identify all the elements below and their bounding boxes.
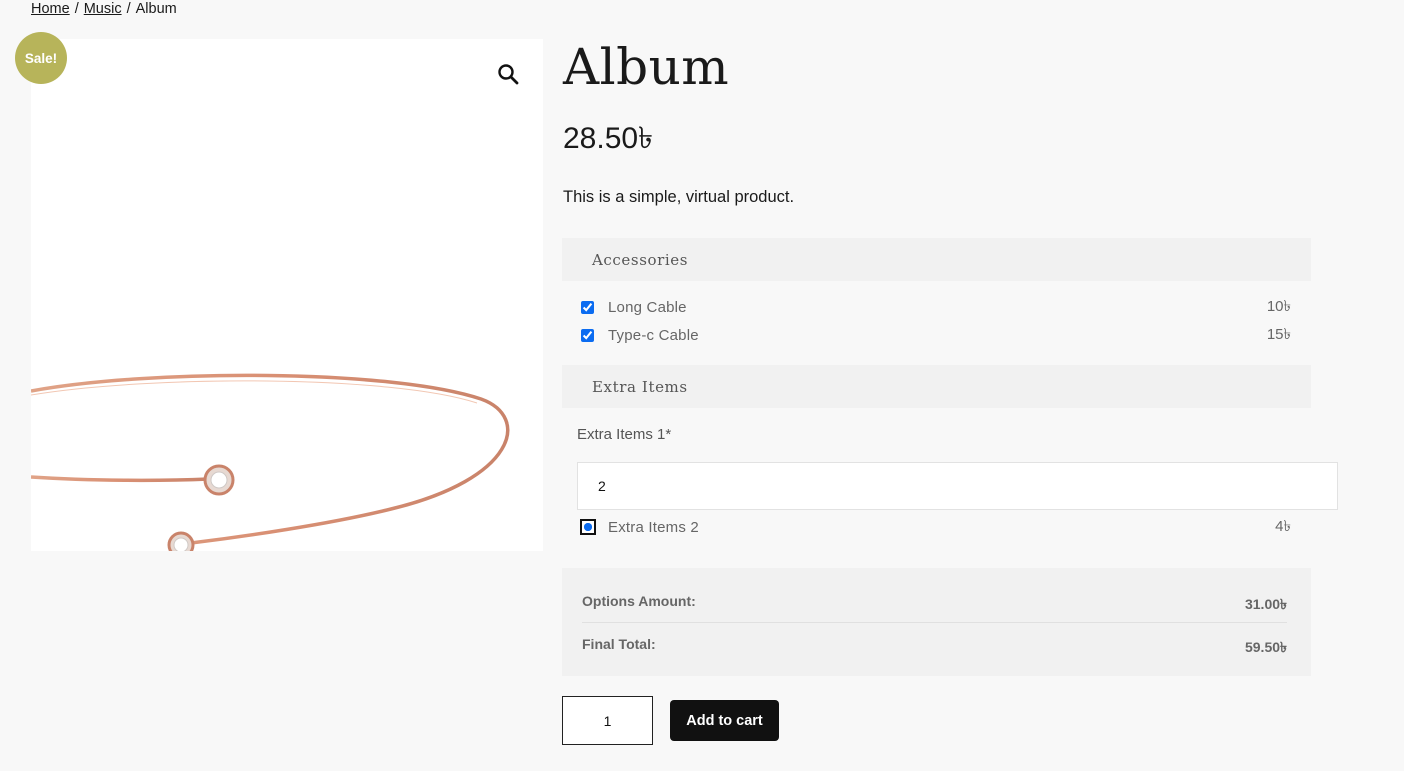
final-total-label: Final Total: — [582, 636, 656, 652]
breadcrumb-music-link[interactable]: Music — [84, 1, 122, 17]
final-total-value: 59.50৳ — [1244, 639, 1287, 655]
option-label: Extra Items 2 — [608, 518, 699, 536]
option-price: 4৳ — [1275, 517, 1291, 535]
option-price: 10৳ — [1266, 297, 1291, 315]
type-c-cable-checkbox[interactable] — [581, 328, 594, 342]
totals-panel: Options Amount: 31.00৳ Final Total: 59.5… — [562, 568, 1311, 676]
extra-items-1-input[interactable] — [577, 462, 1338, 510]
options-amount-label: Options Amount: — [582, 593, 696, 609]
sale-badge: Sale! — [15, 32, 67, 84]
breadcrumb: Home / Music / Album — [31, 0, 177, 18]
breadcrumb-home-link[interactable]: Home — [31, 1, 70, 17]
extra-items-section-heading: Extra Items — [562, 365, 1311, 408]
quantity-input[interactable] — [562, 696, 653, 745]
breadcrumb-separator: / — [74, 1, 79, 17]
option-long-cable[interactable]: Long Cable 10৳ — [580, 296, 1291, 318]
product-image[interactable] — [31, 39, 543, 551]
extra-items-1-label: Extra Items 1* — [577, 426, 672, 443]
product-price: 28.50৳ — [563, 122, 654, 155]
bracelet-image — [31, 373, 510, 551]
totals-divider — [582, 622, 1287, 623]
option-label: Type-c Cable — [608, 326, 699, 344]
breadcrumb-separator: / — [126, 1, 131, 17]
breadcrumb-current: Album — [135, 1, 177, 17]
add-to-cart-button[interactable]: Add to cart — [670, 700, 779, 741]
extra-items-2-radio[interactable] — [580, 519, 596, 535]
option-label: Long Cable — [608, 298, 687, 316]
product-title: Album — [563, 38, 730, 96]
options-amount-value: 31.00৳ — [1244, 596, 1287, 612]
product-description: This is a simple, virtual product. — [563, 188, 795, 206]
long-cable-checkbox[interactable] — [581, 300, 594, 314]
option-price: 15৳ — [1266, 325, 1291, 343]
zoom-search-icon[interactable] — [496, 62, 520, 86]
option-extra-items-2[interactable]: Extra Items 2 4৳ — [580, 516, 1291, 538]
accessories-section-heading: Accessories — [562, 238, 1311, 281]
options-amount-row: Options Amount: 31.00৳ — [582, 593, 1287, 617]
option-type-c-cable[interactable]: Type-c Cable 15৳ — [580, 324, 1291, 346]
final-total-row: Final Total: 59.50৳ — [582, 636, 1287, 660]
